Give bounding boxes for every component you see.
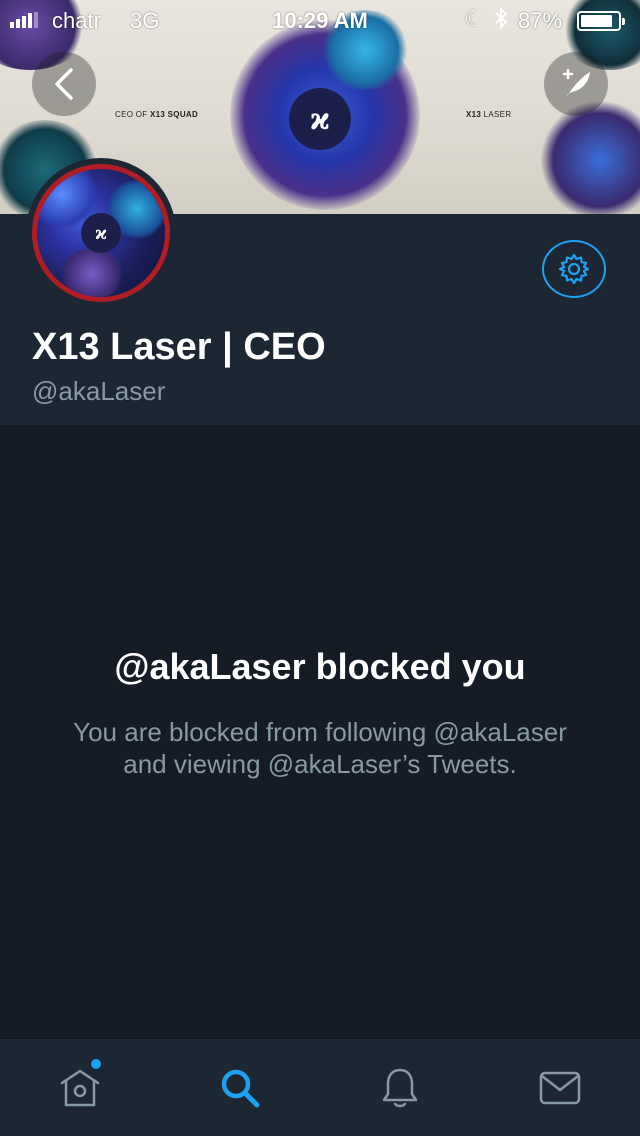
- back-button[interactable]: [32, 52, 96, 116]
- profile-display-name: X13 Laser | CEO: [32, 326, 326, 368]
- status-bar: chatr 3G 10:29 AM ☾ 87%: [0, 0, 640, 40]
- battery-percentage: 87%: [518, 8, 563, 33]
- chevron-left-icon: [55, 68, 73, 100]
- envelope-icon: [539, 1071, 581, 1105]
- avatar-logo: ϰ: [81, 213, 121, 253]
- tab-messages[interactable]: [480, 1039, 640, 1136]
- gear-icon: [558, 253, 590, 285]
- banner-flower: [540, 100, 640, 214]
- banner-logo: ϰ: [289, 88, 351, 150]
- do-not-disturb-icon: ☾: [464, 6, 484, 31]
- bluetooth-icon: [494, 6, 508, 36]
- battery-level-fill: [581, 15, 612, 27]
- profile-settings-button[interactable]: [542, 240, 606, 298]
- blocked-description: You are blocked from following @akaLaser…: [73, 717, 567, 779]
- bell-icon: [382, 1068, 418, 1108]
- tab-home[interactable]: [0, 1039, 160, 1136]
- profile-handle: @akaLaser: [32, 376, 166, 406]
- avatar-flower: [57, 249, 127, 297]
- search-icon: [221, 1069, 260, 1108]
- home-notification-dot: [91, 1059, 101, 1069]
- tab-search[interactable]: [160, 1039, 320, 1136]
- tab-notifications[interactable]: [320, 1039, 480, 1136]
- profile-avatar[interactable]: ϰ: [26, 158, 176, 308]
- banner-caption-right: X13 LASER: [466, 110, 512, 119]
- home-icon: [60, 1069, 100, 1107]
- compose-quill-icon: [562, 68, 590, 98]
- blocked-title: @akaLaser blocked you: [114, 646, 526, 687]
- bottom-tab-bar: [0, 1038, 640, 1136]
- compose-tweet-button[interactable]: [544, 52, 608, 116]
- avatar-image: ϰ: [32, 164, 170, 302]
- battery-icon: [577, 11, 625, 31]
- banner-caption-left: CEO OF X13 SQUAD: [115, 110, 199, 119]
